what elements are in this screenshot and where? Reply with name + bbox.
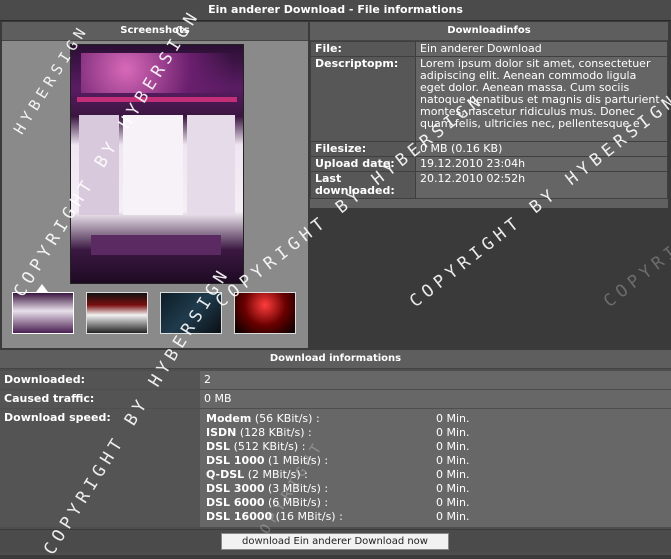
screenshot-column: [187, 115, 235, 215]
speed-rate: (56 KBit/s) :: [254, 412, 320, 425]
speed-row: DSL (512 KBit/s) :: [206, 440, 305, 454]
speed-time: 0 Min.: [436, 510, 470, 523]
downloadinfos-header: Downloadinfos: [310, 22, 668, 41]
traffic-value: 0 MB: [200, 390, 671, 408]
info-key: File:: [310, 41, 416, 57]
speed-row: ISDN (128 KBit/s) :: [206, 426, 312, 440]
selected-thumb-caret-icon: [36, 284, 48, 292]
speed-name: DSL 6000: [206, 496, 265, 509]
speed-time: 0 Min.: [436, 454, 470, 467]
screenshot-footer-block: [91, 235, 221, 255]
downloadinfos-table: File: Ein anderer Download Descriptopm: …: [310, 41, 668, 199]
speed-rate: (512 KBit/s) :: [233, 440, 306, 453]
speed-time: 0 Min.: [436, 440, 470, 453]
speed-name: DSL 3000: [206, 482, 265, 495]
traffic-label: Caused traffic:: [0, 390, 200, 408]
speed-row: DSL 6000 (6 MBit/s) :: [206, 496, 328, 510]
speed-rate: (128 KBit/s) :: [239, 426, 312, 439]
speed-row: Modem (56 KBit/s) :: [206, 412, 320, 426]
speed-name: Modem: [206, 412, 252, 425]
speed-name: Q-DSL: [206, 468, 245, 481]
speed-time: 0 Min.: [436, 426, 470, 439]
watermark-text: COPYRI: [600, 239, 671, 312]
download-informations-header: Download informations: [0, 350, 671, 369]
info-row-description: Descriptopm: Lorem ipsum dolor sit amet,…: [310, 56, 668, 142]
window-title: Ein anderer Download - File informations: [0, 0, 671, 21]
speed-name: ISDN: [206, 426, 237, 439]
thumbnail-2[interactable]: [86, 292, 148, 334]
speed-name: DSL 1000: [206, 454, 265, 467]
info-value: Ein anderer Download: [415, 41, 668, 57]
thumbnail-1[interactable]: [12, 292, 74, 334]
speed-time: 0 Min.: [436, 412, 470, 425]
downloaded-value: 2: [200, 371, 671, 389]
info-value: 19.12.2010 23:04h: [415, 156, 668, 172]
download-button-bar: download Ein anderer Download now: [0, 529, 671, 552]
info-key: Descriptopm:: [310, 56, 416, 142]
speed-time: 0 Min.: [436, 482, 470, 495]
screenshots-header: Screenshots: [2, 22, 308, 41]
screenshot-nav-bar: [77, 97, 237, 102]
speed-name: DSL: [206, 440, 231, 453]
speed-time: 0 Min.: [436, 468, 470, 481]
thumbnail-4[interactable]: [234, 292, 296, 334]
info-row-file: File: Ein anderer Download: [310, 41, 668, 57]
speed-row: DSL 3000 (3 MBit/s) :: [206, 482, 328, 496]
speed-time: 0 Min.: [436, 496, 470, 509]
